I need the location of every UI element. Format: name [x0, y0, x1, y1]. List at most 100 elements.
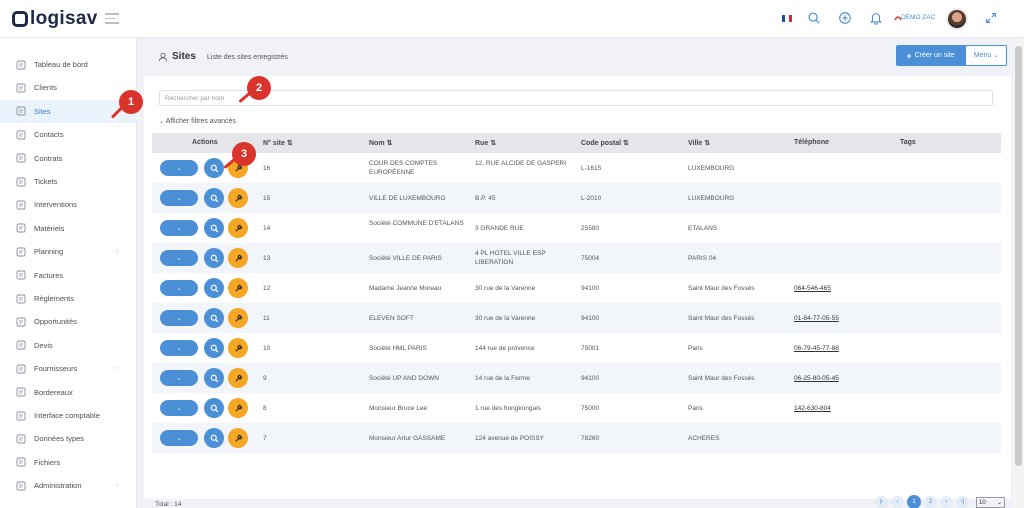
create-site-button[interactable]: + Créer un site	[896, 45, 965, 66]
sidebar-item-3[interactable]: Contacts	[0, 123, 137, 146]
scrollbar-thumb[interactable]	[1015, 46, 1022, 466]
chevron-down-icon: ⌄	[176, 285, 182, 292]
page-scrollbar[interactable]	[1013, 38, 1024, 508]
brand-logo[interactable]: logisav	[12, 8, 98, 30]
next-page-button[interactable]: ›	[940, 495, 953, 508]
menu-button[interactable]: Menu ⌄	[965, 45, 1007, 66]
sidebar-item-15[interactable]: Interface comptable	[0, 404, 137, 427]
sidebar-item-12[interactable]: Devis	[0, 334, 137, 357]
menu-toggle-icon[interactable]	[105, 13, 119, 27]
cell-tel[interactable]: 06-25-80-05-45	[794, 374, 894, 383]
sort-icon: ⇅	[623, 140, 629, 147]
col-num[interactable]: N° site ⇅	[263, 139, 293, 147]
search-input[interactable]: Rechercher par nom	[159, 90, 993, 106]
avatar[interactable]	[946, 8, 968, 30]
edit-site-button[interactable]	[228, 308, 248, 328]
search-icon[interactable]	[807, 11, 821, 25]
view-site-button[interactable]	[204, 188, 224, 208]
add-circle-icon[interactable]	[838, 11, 852, 25]
last-page-button[interactable]: ›|	[956, 495, 969, 508]
page-2-button[interactable]: 2	[924, 495, 937, 508]
view-site-button[interactable]	[204, 278, 224, 298]
table-row[interactable]: ⌄ 11 ELEVEN SOFT 30 rue de la Varenne 94100 S…	[152, 303, 1001, 333]
cell-nom: Société COMMUNE D'ETALANS	[369, 220, 464, 227]
cell-nom: Monsieur Bruce Lee	[369, 405, 428, 412]
col-ville[interactable]: Ville ⇅	[688, 139, 710, 147]
view-site-button[interactable]	[204, 428, 224, 448]
sidebar-item-6[interactable]: Interventions	[0, 193, 137, 216]
view-site-button[interactable]	[204, 158, 224, 178]
table-row[interactable]: ⌄ 13 Société VILLE DE PARIS 4 PL HOTEL VILL…	[152, 243, 1001, 273]
view-site-button[interactable]	[204, 248, 224, 268]
col-nom[interactable]: Nom ⇅	[369, 139, 392, 147]
view-site-button[interactable]	[204, 218, 224, 238]
edit-site-button[interactable]	[228, 428, 248, 448]
cell-tel[interactable]: 06-79-45-77-88	[794, 344, 894, 353]
sidebar-item-11[interactable]: Opportunités	[0, 310, 137, 333]
row-actions-dropdown[interactable]: ⌄	[160, 220, 198, 236]
sidebar-item-0[interactable]: Tableau de bord	[0, 53, 137, 76]
row-actions-dropdown[interactable]: ⌄	[160, 250, 198, 266]
row-actions-dropdown[interactable]: ⌄	[160, 400, 198, 416]
edit-site-button[interactable]	[228, 278, 248, 298]
table-row[interactable]: ⌄ 10 Société HML PARIS 144 rue de provence 7…	[152, 333, 1001, 363]
view-site-button[interactable]	[204, 368, 224, 388]
sidebar-item-5[interactable]: Tickets	[0, 170, 137, 193]
sidebar-item-4[interactable]: Contrats	[0, 147, 137, 170]
flag-stripe-red	[788, 15, 792, 22]
table-row[interactable]: ⌄ 14 Société COMMUNE D'ETALANS 3 GRANDE RUE…	[152, 213, 1001, 243]
magnifier-icon	[210, 404, 218, 412]
row-actions-dropdown[interactable]: ⌄	[160, 160, 198, 176]
row-actions-dropdown[interactable]: ⌄	[160, 370, 198, 386]
table-row[interactable]: ⌄ 9 Société UP AND DOWN 14 rue de la Ferme 9…	[152, 363, 1001, 393]
edit-site-button[interactable]	[228, 398, 248, 418]
sidebar-item-17[interactable]: Fichiers	[0, 451, 137, 474]
sidebar-item-9[interactable]: Factures	[0, 264, 137, 287]
col-cp[interactable]: Code postal ⇅	[581, 139, 629, 147]
col-rue[interactable]: Rue ⇅	[475, 139, 496, 147]
prev-page-button[interactable]: ‹	[891, 495, 904, 508]
view-site-button[interactable]	[204, 338, 224, 358]
row-actions-dropdown[interactable]: ⌄	[160, 430, 198, 446]
sidebar-item-label: Bordereaux	[34, 387, 73, 397]
table-row[interactable]: ⌄ 7 Monsieur Artur GASSAME 124 avenue de PO…	[152, 423, 1001, 453]
sidebar-item-18[interactable]: Administration ›	[0, 474, 137, 497]
fullscreen-icon[interactable]	[984, 11, 998, 25]
sidebar-item-8[interactable]: Planning ›	[0, 240, 137, 263]
first-page-button[interactable]: |‹	[875, 495, 888, 508]
table-row[interactable]: ⌄ 16 COUR DES COMPTES EUROPÉENNE 12, RUE AL…	[152, 153, 1001, 183]
sidebar-item-13[interactable]: Fournisseurs ›	[0, 357, 137, 380]
view-site-button[interactable]	[204, 308, 224, 328]
table-row[interactable]: ⌄ 15 VILLE DE LUXEMBOURG B.P. 45 L-2010 LUXEM…	[152, 183, 1001, 213]
table-row[interactable]: ⌄ 12 Madame Jeanne Moreau 30 rue de la Vare…	[152, 273, 1001, 303]
edit-site-button[interactable]	[228, 188, 248, 208]
row-actions-dropdown[interactable]: ⌄	[160, 280, 198, 296]
sidebar-item-16[interactable]: Données types	[0, 427, 137, 450]
cell-tel[interactable]: 142-630-804	[794, 404, 894, 413]
row-actions-dropdown[interactable]: ⌄	[160, 340, 198, 356]
edit-site-button[interactable]	[228, 338, 248, 358]
table-row[interactable]: ⌄ 8 Monsieur Bruce Lee 1 rue des hongkongai…	[152, 393, 1001, 423]
chevron-down-icon: ⌄	[176, 195, 182, 202]
wrench-icon	[234, 374, 242, 382]
view-site-button[interactable]	[204, 398, 224, 418]
cell-nom: COUR DES COMPTES EUROPÉENNE	[369, 160, 438, 176]
sidebar-item-10[interactable]: Règlements	[0, 287, 137, 310]
language-flag-icon[interactable]	[782, 15, 792, 22]
sidebar-item-1[interactable]: Clients	[0, 76, 137, 99]
bell-icon[interactable]	[869, 11, 883, 25]
cell-tel[interactable]: 064-546-465	[794, 284, 894, 293]
row-actions-dropdown[interactable]: ⌄	[160, 190, 198, 206]
edit-site-button[interactable]	[228, 218, 248, 238]
sidebar-item-7[interactable]: Matériels	[0, 217, 137, 240]
page-1-button[interactable]: 1	[907, 495, 921, 508]
quote-icon	[16, 340, 26, 350]
edit-site-button[interactable]	[228, 368, 248, 388]
row-actions-dropdown[interactable]: ⌄	[160, 310, 198, 326]
page-size-select[interactable]: 10 ⌄	[976, 497, 1005, 508]
advanced-filters-toggle[interactable]: ⌄ Afficher filtres avancés	[159, 118, 236, 125]
user-name[interactable]: DEMO ZAC	[901, 14, 935, 21]
cell-tel[interactable]: 01-84-77-05-55	[794, 314, 894, 323]
sidebar-item-14[interactable]: Bordereaux	[0, 381, 137, 404]
edit-site-button[interactable]	[228, 248, 248, 268]
